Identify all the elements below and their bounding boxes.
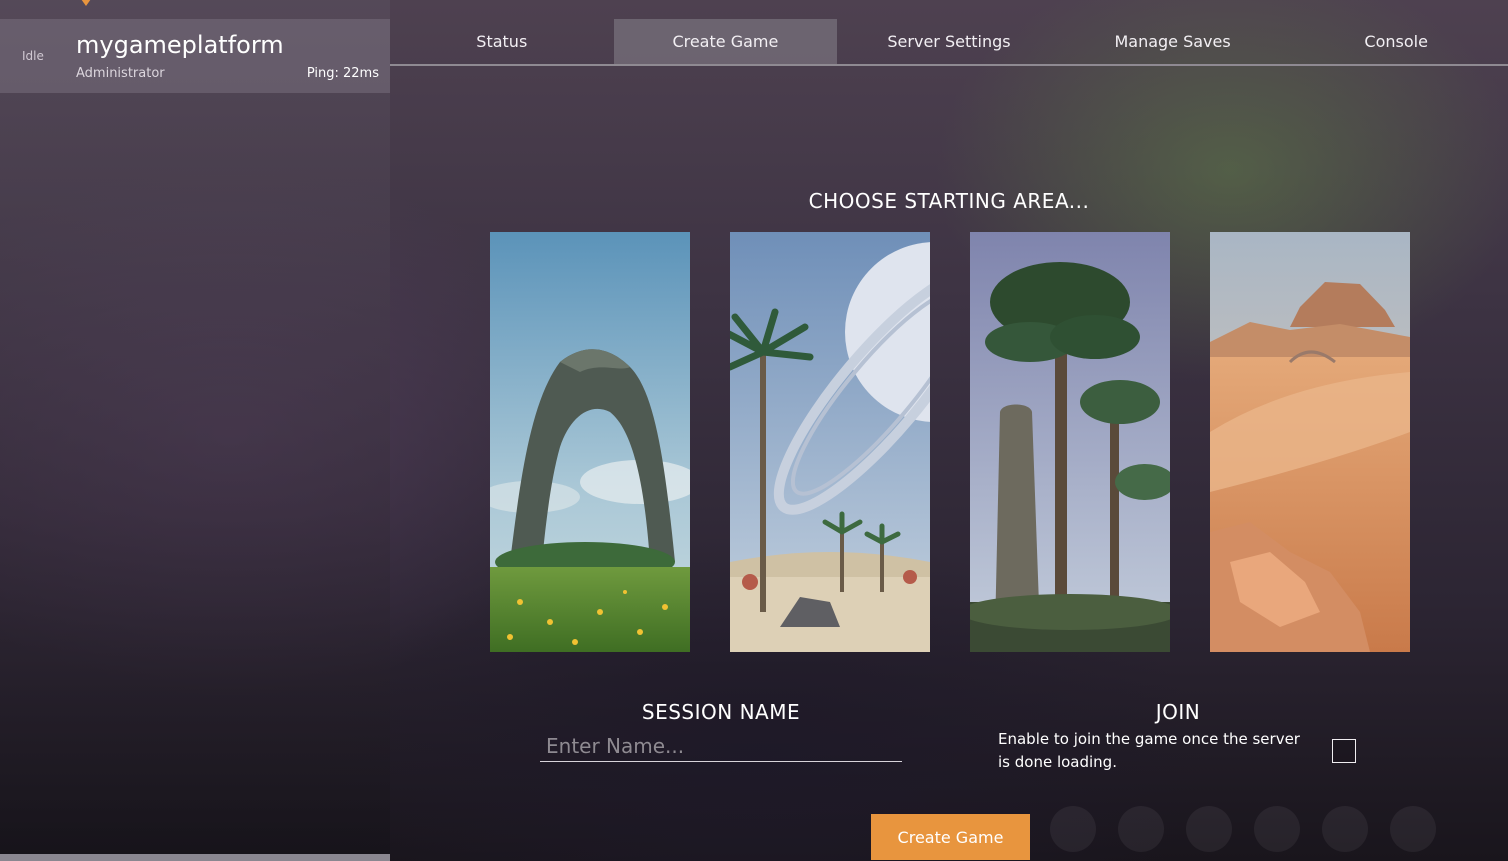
tab-console[interactable]: Console (1284, 19, 1508, 64)
create-game-button[interactable]: Create Game (871, 814, 1030, 860)
social-icon (1186, 806, 1232, 852)
social-icon (1322, 806, 1368, 852)
join-checkbox[interactable] (1332, 739, 1356, 763)
tab-label: Status (476, 32, 528, 51)
page-heading: CHOOSE STARTING AREA... (808, 189, 1090, 213)
tab-label: Manage Saves (1114, 32, 1231, 51)
social-icon (1390, 806, 1436, 852)
sidebar-scrollbar[interactable] (0, 854, 390, 861)
tab-server-settings[interactable]: Server Settings (837, 19, 1061, 64)
tab-label: Server Settings (887, 32, 1011, 51)
desert-palms-planet-image (730, 232, 930, 652)
tab-manage-saves[interactable]: Manage Saves (1061, 19, 1285, 64)
starting-area-grass-fields[interactable] (490, 232, 690, 652)
tab-bar: Status Create Game Server Settings Manag… (390, 19, 1508, 66)
logo-icon (76, 0, 96, 6)
session-name-label: SESSION NAME (641, 700, 801, 724)
dune-desert-image (1210, 232, 1410, 652)
tab-create-game[interactable]: Create Game (613, 19, 838, 64)
server-profile: Idle mygameplatform Administrator Ping: … (0, 19, 390, 93)
server-status: Idle (22, 49, 44, 63)
session-name-input[interactable] (540, 730, 902, 762)
join-description: Enable to join the game once the server … (998, 730, 1300, 771)
tab-label: Create Game (672, 32, 779, 51)
tall-forest-image (970, 232, 1170, 652)
grass-fields-arch-image (490, 232, 690, 652)
ping-readout: Ping: 22ms (306, 66, 379, 81)
starting-area-desert-palms[interactable] (730, 232, 930, 652)
social-icon (1254, 806, 1300, 852)
starting-area-tall-forest[interactable] (970, 232, 1170, 652)
server-name: mygameplatform (76, 31, 284, 59)
tab-label: Console (1364, 32, 1428, 51)
user-role: Administrator (76, 66, 165, 81)
join-label: JOIN (1155, 700, 1201, 724)
starting-area-dune-desert[interactable] (1210, 232, 1410, 652)
social-icon (1050, 806, 1096, 852)
social-icon (1118, 806, 1164, 852)
sidebar: Idle mygameplatform Administrator Ping: … (0, 0, 390, 861)
tab-status[interactable]: Status (390, 19, 614, 64)
